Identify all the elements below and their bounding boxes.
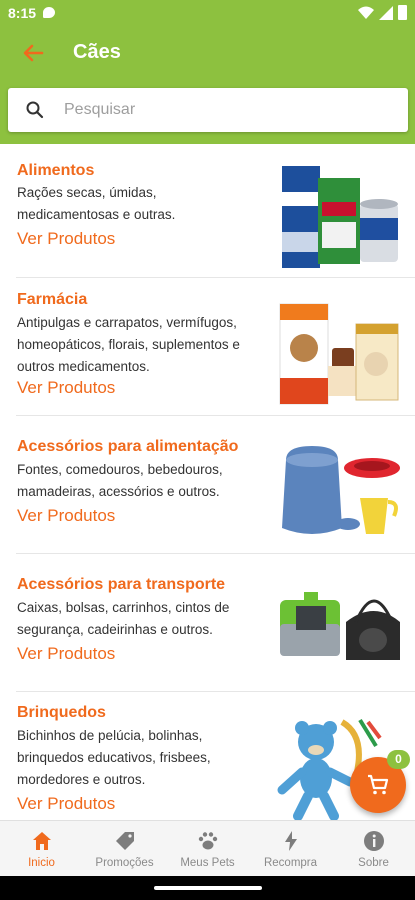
nav-item-inicio[interactable]: Inicio xyxy=(0,821,83,876)
category-title: Acessórios para transporte xyxy=(17,576,226,593)
category-title: Farmácia xyxy=(17,291,88,308)
pharmacy-products-image xyxy=(279,303,399,405)
bolt-icon xyxy=(284,831,297,851)
status-time: 8:15 xyxy=(8,5,37,21)
nav-label: Meus Pets xyxy=(180,857,235,869)
nav-item-promocoes[interactable]: Promoções xyxy=(83,821,166,876)
category-item-toys[interactable]: Brinquedos Bichinhos de pelúcia, bolinha… xyxy=(0,692,415,820)
category-list: Alimentos Rações secas, úmidas, medicame… xyxy=(0,148,415,820)
nav-item-meus-pets[interactable]: Meus Pets xyxy=(166,821,249,876)
nav-item-recompra[interactable]: Recompra xyxy=(249,821,332,876)
nav-label: Sobre xyxy=(358,857,389,869)
nav-label: Recompra xyxy=(263,857,318,869)
category-item-feeding-accessories[interactable]: Acessórios para alimentação Fontes, come… xyxy=(0,416,415,554)
food-products-image xyxy=(282,166,398,268)
search-box[interactable] xyxy=(8,88,408,132)
message-notification-icon xyxy=(43,7,55,18)
feeding-accessories-image xyxy=(282,446,400,534)
view-products-link[interactable]: Ver Produtos xyxy=(17,644,115,664)
cart-icon xyxy=(368,774,389,795)
wifi-icon xyxy=(358,6,374,19)
search-icon xyxy=(26,101,44,119)
category-description: Fontes, comedouros, bebedouros, mamadeir… xyxy=(17,462,223,499)
cart-count-badge: 0 xyxy=(387,750,410,769)
back-arrow-icon[interactable] xyxy=(20,40,46,66)
category-description: Antipulgas e carrapatos, vermífugos, hom… xyxy=(17,315,240,374)
gesture-handle[interactable] xyxy=(154,886,262,890)
bottom-navigation: Inicio Promoções Meus Pets Recompra Sobr… xyxy=(0,820,415,876)
view-products-link[interactable]: Ver Produtos xyxy=(17,506,115,526)
battery-icon xyxy=(398,5,407,20)
category-title: Brinquedos xyxy=(17,704,106,721)
category-description: Rações secas, úmidas, medicamentosas e o… xyxy=(17,185,176,222)
category-item-farmacia[interactable]: Farmácia Antipulgas e carrapatos, vermíf… xyxy=(0,278,415,416)
search-bar xyxy=(0,80,415,144)
nav-label: Inicio xyxy=(28,857,55,869)
category-item-transport-accessories[interactable]: Acessórios para transporte Caixas, bolsa… xyxy=(0,554,415,692)
nav-label: Promoções xyxy=(95,857,154,869)
category-title: Alimentos xyxy=(17,162,95,179)
tag-icon xyxy=(115,832,134,850)
page-title: Cães xyxy=(73,41,121,63)
system-gesture-bar xyxy=(0,876,415,900)
transport-accessories-image xyxy=(280,592,400,660)
view-products-link[interactable]: Ver Produtos xyxy=(17,378,115,398)
info-icon xyxy=(363,831,384,851)
category-item-alimentos[interactable]: Alimentos Rações secas, úmidas, medicame… xyxy=(0,148,415,278)
nav-item-sobre[interactable]: Sobre xyxy=(332,821,415,876)
status-bar: 8:15 xyxy=(0,0,415,26)
status-icons xyxy=(358,5,407,20)
category-description: Bichinhos de pelúcia, bolinhas, brinqued… xyxy=(17,728,211,787)
home-icon xyxy=(32,832,51,850)
signal-icon xyxy=(379,5,393,20)
view-products-link[interactable]: Ver Produtos xyxy=(17,229,115,249)
category-description: Caixas, bolsas, carrinhos, cintos de seg… xyxy=(17,600,230,637)
category-title: Acessórios para alimentação xyxy=(17,438,239,455)
app-bar: Cães xyxy=(0,26,415,80)
search-input[interactable] xyxy=(64,88,394,132)
view-products-link[interactable]: Ver Produtos xyxy=(17,794,115,814)
paw-icon xyxy=(198,832,217,850)
